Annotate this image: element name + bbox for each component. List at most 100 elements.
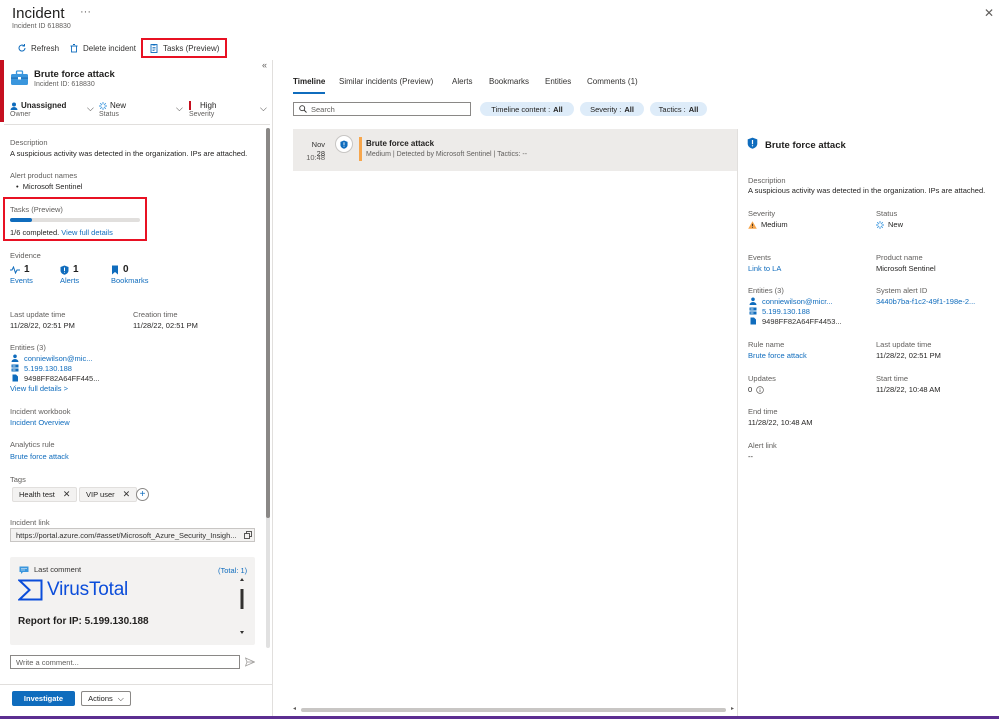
comment-total-link[interactable]: (Total: 1) bbox=[218, 566, 247, 575]
alert-severity-value: Medium bbox=[761, 220, 788, 229]
tasks-view-details-link[interactable]: View full details bbox=[61, 228, 113, 237]
product-label: Alert product names bbox=[10, 171, 78, 180]
comment-input[interactable]: Write a comment... bbox=[10, 655, 240, 669]
owner-dropdown[interactable]: Unassigned Owner ⌵ bbox=[10, 101, 96, 123]
entities-label: Entities (3) bbox=[10, 343, 46, 352]
alerts-count: 1 bbox=[73, 264, 79, 275]
severity-filter[interactable]: Severity : All bbox=[580, 102, 644, 116]
tasks-preview-button[interactable]: Tasks (Preview) bbox=[140, 38, 228, 58]
tab-comments[interactable]: Comments (1) bbox=[587, 77, 638, 86]
close-button[interactable]: ✕ bbox=[984, 6, 994, 20]
alert-entities-label: Entities (3) bbox=[748, 286, 784, 295]
tactics-filter[interactable]: Tactics : All bbox=[650, 102, 707, 116]
last-update-label: Last update time bbox=[10, 310, 66, 319]
alert-entity-ip-link: 5.199.130.188 bbox=[762, 306, 810, 316]
rule-name-label: Rule name bbox=[748, 340, 785, 349]
alert-severity-label: Severity bbox=[748, 209, 776, 218]
timeline-item-title: Brute force attack bbox=[366, 139, 435, 148]
close-icon[interactable]: ✕ bbox=[123, 489, 131, 500]
entity-account[interactable]: conniewilson@mic... bbox=[11, 353, 99, 363]
entities-view-details-link[interactable]: View full details > bbox=[10, 384, 68, 393]
alert-events-link[interactable]: Link to LA bbox=[748, 264, 781, 273]
product-value: Microsoft Sentinel bbox=[22, 182, 83, 191]
entity-ip-link: 5.199.130.188 bbox=[24, 363, 72, 373]
more-options-button[interactable]: ··· bbox=[80, 6, 91, 18]
severity-label: Severity bbox=[189, 111, 215, 118]
timeline-item[interactable]: Nov 28 10:48 Brute force attack Medium |… bbox=[293, 129, 737, 171]
severity-accent-bar bbox=[0, 60, 4, 122]
timeline-alert-badge bbox=[335, 135, 353, 153]
delete-label: Delete incident bbox=[83, 43, 136, 53]
actions-label: Actions bbox=[88, 694, 113, 703]
shield-icon bbox=[747, 137, 758, 149]
alert-severity: Medium bbox=[748, 220, 788, 229]
delete-incident-button[interactable]: Delete incident bbox=[64, 38, 141, 58]
tab-entities[interactable]: Entities bbox=[545, 77, 571, 86]
events-icon bbox=[10, 265, 20, 274]
alert-entity-ip[interactable]: 5.199.130.188 bbox=[749, 306, 842, 316]
owner-label: Owner bbox=[10, 111, 31, 118]
last-comment-card[interactable]: Last comment (Total: 1) VirusTotal Repor… bbox=[10, 557, 255, 645]
alert-entity-file-text: 9498FF82A64FF4453... bbox=[762, 316, 842, 326]
filter-value: All bbox=[624, 104, 634, 114]
evidence-bookmarks[interactable]: 0 Bookmarks bbox=[111, 264, 149, 285]
analytics-rule-link[interactable]: Brute force attack bbox=[10, 452, 69, 461]
chevron-down-icon: ⌵ bbox=[87, 103, 94, 113]
briefcase-icon bbox=[11, 70, 28, 85]
incident-link-label: Incident link bbox=[10, 518, 50, 527]
page-title: Incident bbox=[12, 5, 65, 22]
workbook-link[interactable]: Incident Overview bbox=[10, 418, 70, 427]
rule-name-link[interactable]: Brute force attack bbox=[748, 351, 807, 360]
system-alert-id-link[interactable]: 3440b7ba-f1c2-49f1-198e-2... bbox=[876, 297, 975, 306]
incident-meta-row: Unassigned Owner ⌵ New Status ⌵ High Sev… bbox=[8, 101, 270, 123]
toolbar: Refresh Delete incident Tasks (Preview) bbox=[12, 38, 228, 58]
sparkle-icon bbox=[99, 101, 107, 110]
refresh-button[interactable]: Refresh bbox=[12, 38, 64, 58]
clipboard-icon bbox=[150, 44, 158, 53]
left-panel-scrollbar[interactable] bbox=[266, 128, 270, 648]
entity-file-text: 9498FF82A64FF445... bbox=[24, 373, 100, 383]
tab-bookmarks[interactable]: Bookmarks bbox=[489, 77, 529, 86]
actions-button[interactable]: Actions ⌵ bbox=[81, 691, 131, 706]
status-dropdown[interactable]: New Status ⌵ bbox=[99, 101, 185, 123]
comment-scrollbar[interactable] bbox=[239, 577, 245, 635]
close-icon[interactable]: ✕ bbox=[63, 489, 71, 500]
incident-link-field[interactable]: https://portal.azure.com/#asset/Microsof… bbox=[10, 528, 255, 542]
server-icon bbox=[749, 307, 757, 315]
alert-entity-account[interactable]: conniewilson@micr... bbox=[749, 296, 842, 306]
active-tab-indicator bbox=[293, 92, 325, 94]
bookmark-icon bbox=[112, 265, 118, 274]
tab-alerts[interactable]: Alerts bbox=[452, 77, 472, 86]
end-time: 11/28/22, 10:48 AM bbox=[748, 418, 813, 427]
severity-value: High bbox=[200, 101, 217, 110]
send-icon[interactable] bbox=[245, 657, 255, 667]
timeline-content-filter[interactable]: Timeline content : All bbox=[480, 102, 574, 116]
timeline-horizontal-scrollbar[interactable]: ◂ ▸ bbox=[293, 705, 737, 712]
copy-icon[interactable] bbox=[244, 531, 252, 539]
info-icon[interactable] bbox=[756, 385, 764, 394]
evidence-events[interactable]: 1 Events bbox=[10, 264, 33, 285]
owner-value: Unassigned bbox=[21, 101, 67, 110]
evidence-alerts[interactable]: 1 Alerts bbox=[60, 264, 79, 285]
entity-ip[interactable]: 5.199.130.188 bbox=[11, 363, 99, 373]
alert-entity-file[interactable]: 9498FF82A64FF4453... bbox=[749, 316, 842, 326]
entity-file[interactable]: 9498FF82A64FF445... bbox=[11, 373, 99, 383]
scroll-left-icon[interactable]: ◂ bbox=[293, 705, 296, 712]
incident-title: Brute force attack bbox=[34, 69, 115, 80]
product-name: • Microsoft Sentinel bbox=[16, 182, 83, 191]
comment-report-text: Report for IP: 5.199.130.188 bbox=[18, 616, 149, 627]
timeline-search-input[interactable]: Search bbox=[293, 102, 471, 116]
filter-label: Severity : bbox=[590, 104, 622, 114]
add-tag-button[interactable]: + bbox=[136, 488, 149, 501]
comment-header: Last comment bbox=[19, 565, 81, 574]
investigate-button[interactable]: Investigate bbox=[12, 691, 75, 706]
alert-entity-account-link: conniewilson@micr... bbox=[762, 296, 833, 306]
severity-dropdown[interactable]: High Severity ⌵ bbox=[189, 101, 270, 123]
collapse-panel-button[interactable]: « bbox=[262, 60, 267, 70]
tab-timeline[interactable]: Timeline bbox=[293, 77, 325, 86]
tab-similar-incidents[interactable]: Similar incidents (Preview) bbox=[339, 77, 433, 86]
tag-health-test: Health test ✕ bbox=[12, 487, 78, 502]
filter-label: Timeline content : bbox=[491, 104, 551, 114]
tag-text: Health test bbox=[19, 490, 55, 499]
scroll-right-icon[interactable]: ▸ bbox=[731, 705, 734, 712]
